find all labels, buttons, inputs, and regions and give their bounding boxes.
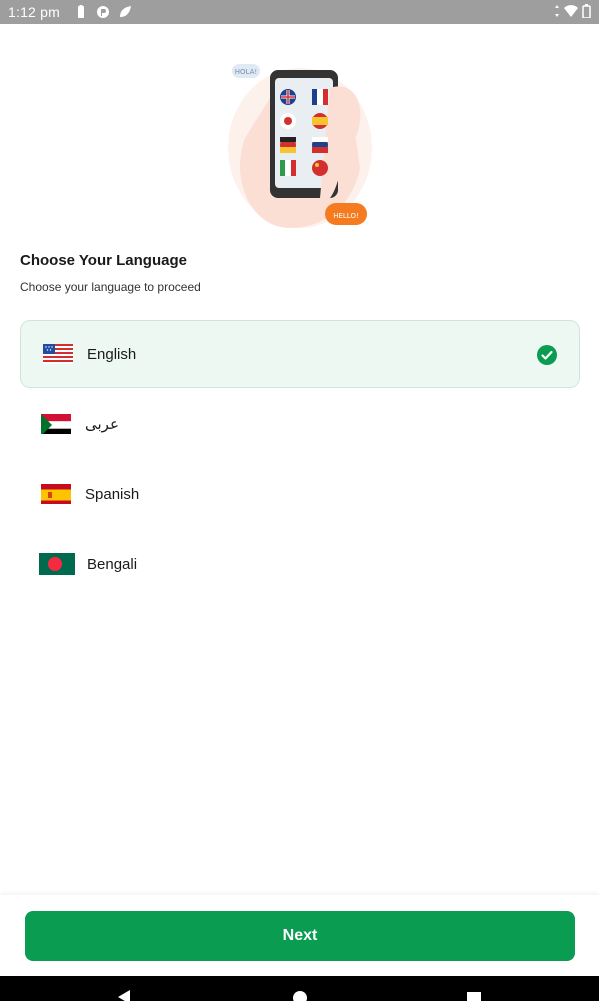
data-arrows-icon	[555, 5, 559, 17]
language-list: English عربى Spanish Bengali	[20, 320, 580, 600]
data-saver-icon	[97, 6, 109, 18]
language-label-bengali: Bengali	[87, 555, 138, 573]
next-button[interactable]: Next	[25, 911, 575, 961]
language-item-arabic[interactable]: عربى	[20, 390, 580, 458]
page-title: Choose Your Language	[20, 252, 187, 269]
language-item-english[interactable]: English	[20, 320, 580, 388]
bottom-action-bar: Next	[0, 895, 599, 976]
language-label-spanish: Spanish	[85, 485, 140, 503]
leaf-icon	[120, 6, 131, 17]
us-flag-icon	[43, 344, 73, 364]
spain-flag-icon	[41, 484, 71, 504]
check-circle-icon	[537, 345, 557, 365]
status-time: 1:12 pm	[8, 4, 60, 20]
system-nav-bar	[0, 976, 599, 1001]
home-icon[interactable]	[292, 990, 308, 1001]
language-label-arabic: عربى	[85, 416, 119, 433]
page-subtitle: Choose your language to proceed	[20, 280, 201, 294]
battery-saver-icon	[78, 5, 84, 18]
bubble-hola: HOLA!	[235, 68, 257, 76]
language-item-spanish[interactable]: Spanish	[20, 460, 580, 528]
back-icon[interactable]	[116, 990, 132, 1001]
bubble-hello: HELLO!	[333, 212, 359, 220]
language-label-english: English	[87, 345, 137, 363]
language-phone-illustration: HOLA! HELLO!	[228, 64, 372, 228]
language-item-bengali[interactable]: Bengali	[20, 530, 580, 598]
bangladesh-flag-icon	[39, 553, 75, 575]
wifi-icon	[564, 5, 578, 17]
battery-icon	[582, 4, 591, 18]
sudan-flag-icon	[41, 414, 71, 434]
recents-icon[interactable]	[466, 990, 482, 1001]
status-bar: 1:12 pm	[0, 0, 599, 24]
